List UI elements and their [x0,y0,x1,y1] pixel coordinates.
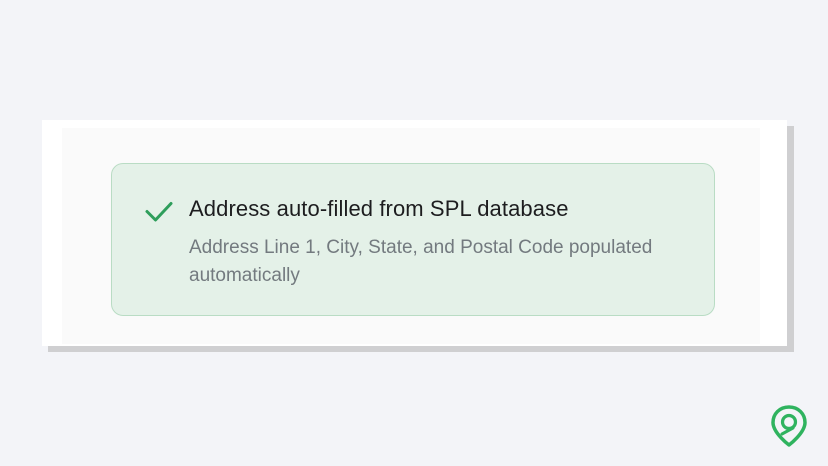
card-top-strip [42,120,787,128]
success-banner: Address auto-filled from SPL database Ad… [111,163,715,316]
check-icon [145,202,173,222]
location-pin-logo-icon [771,405,807,447]
banner-description: Address Line 1, City, State, and Postal … [189,237,653,286]
banner-title: Address auto-filled from SPL database [189,196,569,221]
